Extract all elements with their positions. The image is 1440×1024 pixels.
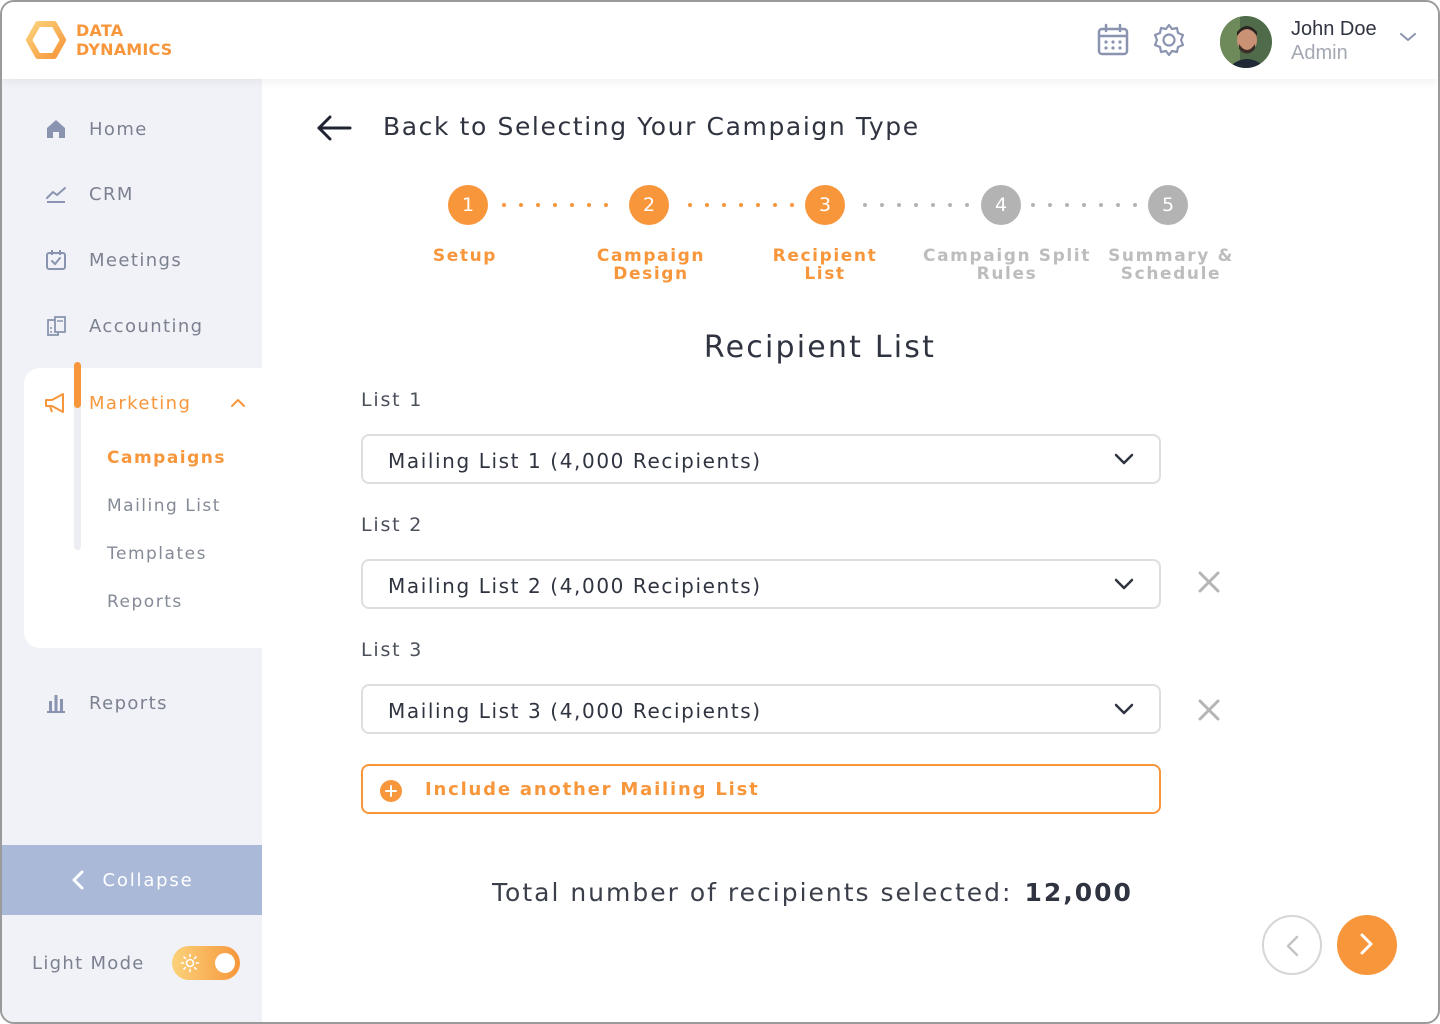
chevron-right-icon xyxy=(1360,933,1373,955)
sidebar-item-marketing[interactable]: Marketing xyxy=(42,388,247,418)
step-2-label-line-2: Design xyxy=(613,264,689,284)
chevron-up-icon[interactable] xyxy=(229,397,247,409)
sidebar-item-label: Marketing xyxy=(89,392,192,414)
sidebar-item-label: CRM xyxy=(89,183,134,205)
submenu-item-mailing-list[interactable]: Mailing List xyxy=(107,496,221,516)
light-mode-label: Light Mode xyxy=(32,953,145,974)
chevron-down-icon xyxy=(1114,453,1134,465)
step-connector-4 xyxy=(1031,203,1137,207)
step-4-label: Campaign Split Rules xyxy=(912,247,1102,283)
include-another-mailing-list-button[interactable]: Include another Mailing List xyxy=(361,764,1161,814)
list-3-label: List 3 xyxy=(361,639,424,661)
chevron-down-icon xyxy=(1114,703,1134,715)
app-window: DATA DYNAMICS John Doe Admin Home CRM Me… xyxy=(0,0,1440,1024)
step-connector-3 xyxy=(863,203,969,207)
chevron-down-icon[interactable] xyxy=(1398,30,1418,44)
top-header: DATA DYNAMICS John Doe Admin xyxy=(2,2,1438,79)
back-arrow-icon[interactable] xyxy=(314,112,354,144)
calendar-icon[interactable] xyxy=(1095,22,1131,58)
remove-list-3-close-icon[interactable] xyxy=(1196,697,1222,723)
trend-line-icon xyxy=(42,180,70,208)
avatar-photo xyxy=(1220,16,1272,68)
step-5-label-line-1: Summary & xyxy=(1108,246,1234,266)
calculator-icon xyxy=(42,312,70,340)
settings-gear-icon[interactable] xyxy=(1151,22,1187,58)
remove-list-2-close-icon[interactable] xyxy=(1196,569,1222,595)
step-5-circle[interactable]: 5 xyxy=(1148,185,1188,225)
list-3-select[interactable]: Mailing List 3 (4,000 Recipients) xyxy=(361,684,1161,734)
hexagon-logo-icon xyxy=(26,21,66,59)
brand-line-2: DYNAMICS xyxy=(76,40,173,59)
brand-logo[interactable]: DATA DYNAMICS xyxy=(26,20,173,60)
list-2-value: Mailing List 2 (4,000 Recipients) xyxy=(388,574,762,598)
list-2-select[interactable]: Mailing List 2 (4,000 Recipients) xyxy=(361,559,1161,609)
sidebar-item-label: Accounting xyxy=(89,315,204,337)
user-avatar[interactable] xyxy=(1220,16,1272,68)
submenu-item-campaigns[interactable]: Campaigns xyxy=(107,448,226,468)
user-name: John Doe xyxy=(1291,18,1377,40)
total-recipients: Total number of recipients selected: 12,0… xyxy=(492,878,1133,907)
plus-circle-icon xyxy=(380,780,402,802)
collapse-sidebar-button[interactable]: Collapse xyxy=(2,845,262,915)
sidebar-item-label: Home xyxy=(89,118,148,140)
list-2-label: List 2 xyxy=(361,514,424,536)
section-title: Recipient List xyxy=(703,330,937,365)
sidebar-item-label: Reports xyxy=(89,692,168,714)
list-3-value: Mailing List 3 (4,000 Recipients) xyxy=(388,699,762,723)
step-2-label-line-1: Campaign xyxy=(596,246,706,266)
submenu-active-indicator xyxy=(74,362,81,408)
step-1-label: Setup xyxy=(405,247,525,265)
step-4-label-line-2: Rules xyxy=(976,264,1038,284)
previous-step-button[interactable] xyxy=(1262,915,1322,975)
megaphone-icon xyxy=(42,389,70,417)
step-2-circle[interactable]: 2 xyxy=(629,185,669,225)
chevron-down-icon xyxy=(1114,578,1134,590)
chevron-left-icon xyxy=(72,870,84,890)
list-1-select[interactable]: Mailing List 1 (4,000 Recipients) xyxy=(361,434,1161,484)
bar-chart-icon xyxy=(42,689,70,717)
step-1-circle[interactable]: 1 xyxy=(448,185,488,225)
submenu-item-reports[interactable]: Reports xyxy=(107,592,183,612)
sun-icon xyxy=(180,953,200,973)
step-3-label-line-1: Recipient xyxy=(772,246,878,266)
list-1-label: List 1 xyxy=(361,389,424,411)
step-3-label-line-2: List xyxy=(804,264,846,284)
calendar-check-icon xyxy=(42,246,70,274)
sidebar-item-crm[interactable]: CRM xyxy=(42,179,134,209)
step-4-label-line-1: Campaign Split xyxy=(923,246,1091,266)
home-icon xyxy=(42,115,70,143)
total-label: Total number of recipients selected: xyxy=(492,878,1013,907)
step-5-label: Summary & Schedule xyxy=(1094,247,1248,283)
collapse-label: Collapse xyxy=(102,869,194,891)
brand-line-1: DATA xyxy=(76,21,124,40)
step-3-label: Recipient List xyxy=(755,247,895,283)
step-5-label-line-2: Schedule xyxy=(1120,264,1222,284)
step-2-label: Campaign Design xyxy=(581,247,721,283)
toggle-knob xyxy=(215,953,235,973)
chevron-left-icon xyxy=(1286,935,1299,957)
submenu-item-templates[interactable]: Templates xyxy=(107,544,207,564)
list-1-value: Mailing List 1 (4,000 Recipients) xyxy=(388,449,762,473)
user-role: Admin xyxy=(1291,42,1348,64)
sidebar-item-meetings[interactable]: Meetings xyxy=(42,245,182,275)
step-4-circle[interactable]: 4 xyxy=(981,185,1021,225)
light-mode-toggle[interactable] xyxy=(172,946,240,980)
sidebar-item-accounting[interactable]: Accounting xyxy=(42,311,204,341)
step-3-circle[interactable]: 3 xyxy=(805,185,845,225)
include-label: Include another Mailing List xyxy=(425,779,760,800)
step-connector-2 xyxy=(688,203,794,207)
step-1-label-line-1: Setup xyxy=(432,246,498,266)
step-connector-1 xyxy=(502,203,608,207)
sidebar-item-label: Meetings xyxy=(89,249,183,271)
brand-name: DATA DYNAMICS xyxy=(76,21,173,59)
next-step-button[interactable] xyxy=(1337,915,1397,975)
sidebar-item-home[interactable]: Home xyxy=(42,114,148,144)
total-value: 12,000 xyxy=(1024,878,1133,907)
sidebar-item-reports[interactable]: Reports xyxy=(42,688,168,718)
back-to-campaign-type-link[interactable]: Back to Selecting Your Campaign Type xyxy=(383,112,920,141)
